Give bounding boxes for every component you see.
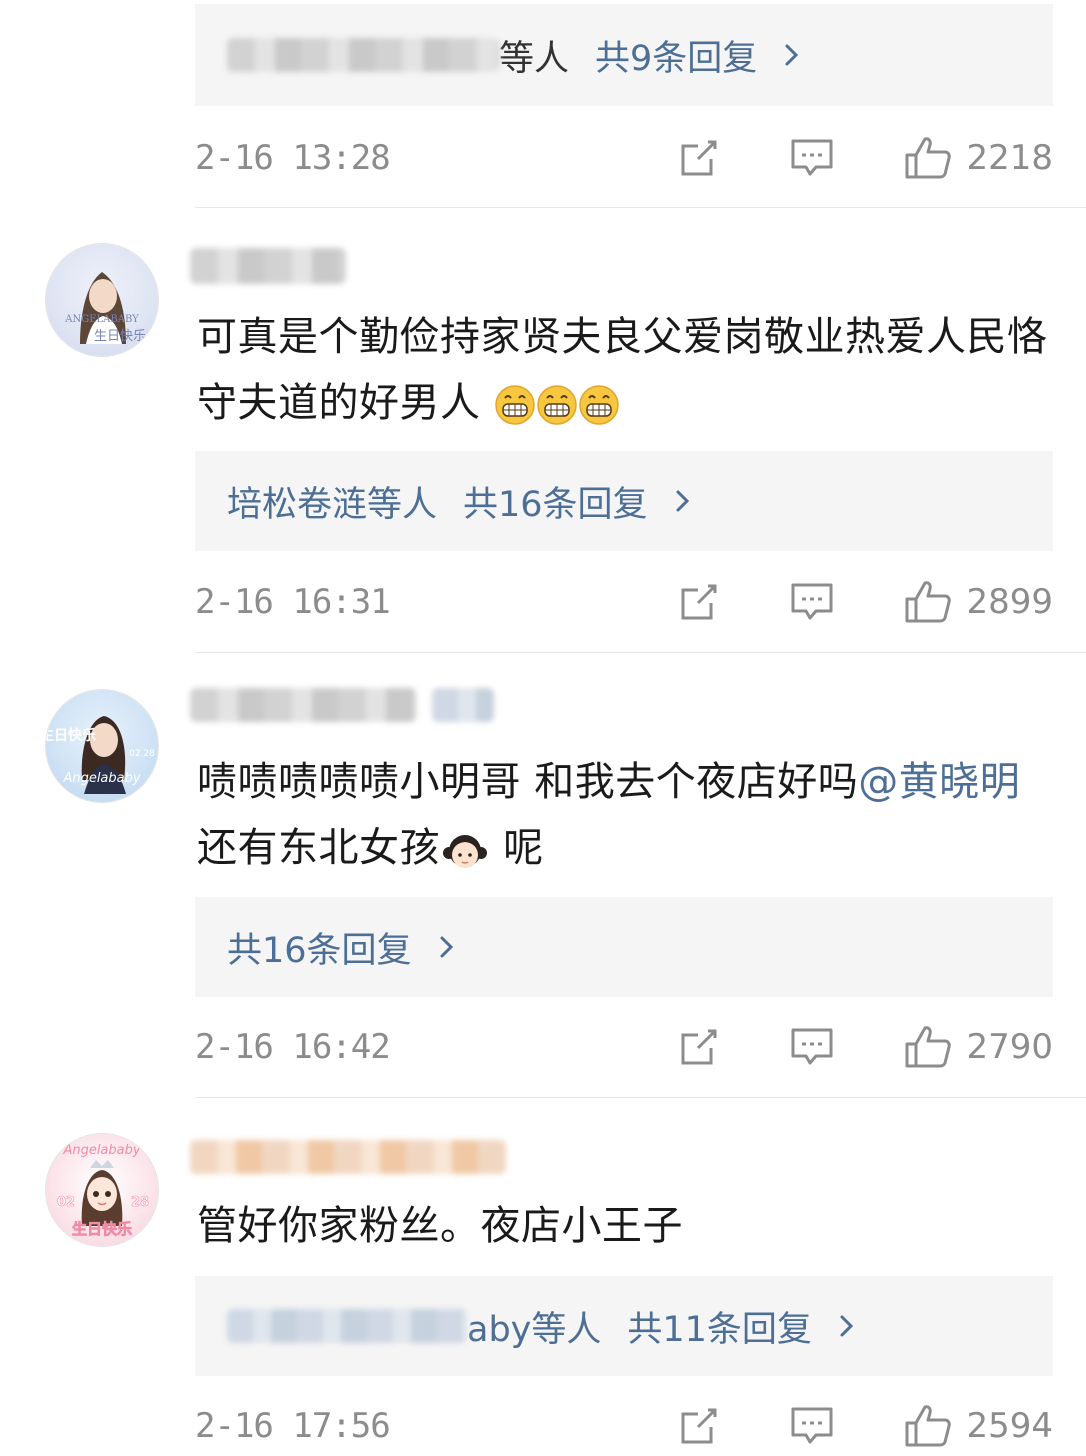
avatar-text: ANGELABABY: [64, 314, 139, 325]
reply-summary[interactable]: 等人 共9条回复: [195, 4, 1053, 106]
avatar-text: Angelababy: [62, 1143, 140, 1158]
timestamp: 2-16 16:42: [195, 1027, 391, 1067]
reply-names[interactable]: 培松卷涟等人: [227, 476, 437, 527]
comment-body-cont: 还有东北女孩: [197, 825, 440, 871]
avatar[interactable]: 生日快乐 Angelababy 02 28: [46, 690, 158, 802]
chevron-right-icon: [440, 936, 453, 958]
comment-text: 啧啧啧啧啧小明哥 和我去个夜店好吗@黄晓明 还有东北女孩 呢: [197, 749, 1057, 881]
reply-count-link[interactable]: 共9条回复: [595, 30, 757, 81]
avatar-caption: 生日快乐: [46, 727, 96, 744]
avatar[interactable]: Angelababy 02 28 生日快乐: [46, 1134, 158, 1246]
avatar-caption: 生日快乐: [72, 1220, 132, 1238]
thumbs-up-icon[interactable]: [904, 580, 952, 624]
grin-emoji: [578, 385, 619, 425]
avatar[interactable]: ANGELABABY 生日快乐: [46, 244, 158, 356]
comment-text: 可真是个勤俭持家贤夫良父爱岗敬业热爱人民恪守夫道的好男人: [197, 304, 1057, 436]
like-count: 2218: [966, 138, 1053, 178]
comment-body: 啧啧啧啧啧小明哥 和我去个夜店好吗: [197, 759, 859, 805]
mention-link[interactable]: @黄晓明: [858, 759, 1020, 805]
blurred-username: [190, 688, 416, 722]
reply-summary[interactable]: 培松卷涟等人 共16条回复: [195, 451, 1053, 551]
reply-count-link[interactable]: 共11条回复: [627, 1301, 812, 1352]
like-count: 2790: [966, 1027, 1053, 1067]
blurred-badge: [432, 688, 494, 722]
chevron-right-icon: [840, 1315, 854, 1337]
thumbs-up-icon[interactable]: [904, 136, 952, 180]
reply-count-link[interactable]: 共16条回复: [463, 476, 648, 527]
reply-names: 等人: [499, 38, 570, 79]
comment-meta: 2-16 16:31 2899: [195, 572, 1053, 632]
emoji-row: [481, 380, 620, 426]
comment-text: 管好你家粉丝。夜店小王子: [197, 1193, 1057, 1259]
avatar-portrait: 生日快乐 Angelababy 02 28: [46, 716, 155, 794]
girl-emoji: [443, 835, 487, 868]
comment-body: 管好你家粉丝。夜店小王子: [197, 1203, 683, 1249]
avatar-portrait: Angelababy 02 28 生日快乐: [57, 1143, 150, 1238]
share-icon[interactable]: [678, 581, 720, 623]
blurred-username: [190, 248, 346, 284]
blurred-usernames: [227, 1309, 467, 1343]
avatar-date-right: 28: [131, 1195, 149, 1210]
timestamp: 2-16 17:56: [195, 1406, 391, 1446]
username[interactable]: [190, 688, 494, 722]
avatar-text: Angelababy: [62, 771, 140, 786]
divider: [195, 1097, 1086, 1098]
share-icon[interactable]: [678, 1026, 720, 1068]
comment-icon[interactable]: [790, 1405, 834, 1447]
timestamp: 2-16 13:28: [195, 138, 391, 178]
reply-names[interactable]: aby等人: [467, 1301, 601, 1352]
like-count: 2594: [966, 1406, 1053, 1446]
grin-emoji: [494, 385, 535, 425]
timestamp: 2-16 16:31: [195, 582, 391, 622]
comment-meta: 2-16 13:28 2218: [195, 128, 1053, 188]
avatar-caption: 生日快乐: [94, 329, 146, 344]
comment-meta: 2-16 17:56 2594: [195, 1396, 1053, 1456]
share-icon[interactable]: [678, 137, 720, 179]
blurred-usernames: [227, 38, 499, 72]
grin-emoji: [536, 385, 577, 425]
comment-body-end: 呢: [490, 825, 544, 871]
thumbs-up-icon[interactable]: [904, 1404, 952, 1448]
share-icon[interactable]: [678, 1405, 720, 1447]
username[interactable]: [190, 1140, 506, 1174]
comment-icon[interactable]: [790, 1026, 834, 1068]
chevron-right-icon: [676, 490, 689, 512]
divider: [195, 652, 1086, 653]
blurred-username: [190, 1140, 506, 1174]
avatar-date-left: 02: [57, 1195, 75, 1210]
reply-count-link[interactable]: 共16条回复: [227, 922, 412, 973]
like-count: 2899: [966, 582, 1053, 622]
chevron-right-icon: [785, 44, 799, 66]
divider: [195, 207, 1086, 208]
username[interactable]: [190, 248, 346, 284]
avatar-portrait: ANGELABABY 生日快乐: [64, 272, 146, 344]
avatar-date: 02 28: [129, 749, 155, 759]
thumbs-up-icon[interactable]: [904, 1025, 952, 1069]
comment-body: 可真是个勤俭持家贤夫良父爱岗敬业热爱人民恪守夫道的好男人: [197, 314, 1048, 426]
reply-summary[interactable]: 共16条回复: [195, 897, 1053, 997]
comment-icon[interactable]: [790, 137, 834, 179]
reply-summary[interactable]: aby等人 共11条回复: [195, 1276, 1053, 1376]
comment-meta: 2-16 16:42 2790: [195, 1017, 1053, 1077]
comment-icon[interactable]: [790, 581, 834, 623]
